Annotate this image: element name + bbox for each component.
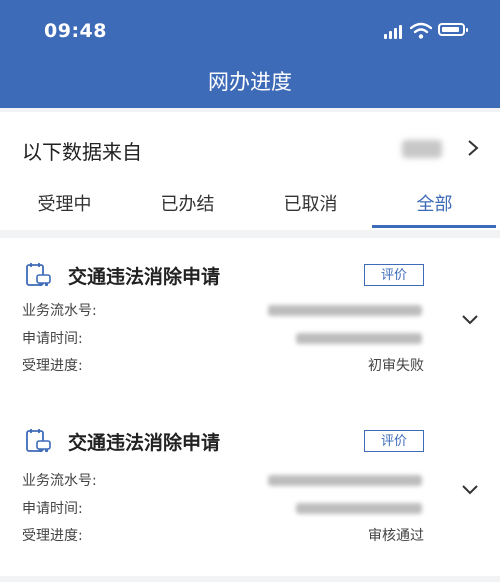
signal-icon	[384, 25, 406, 39]
active-tab-indicator	[372, 225, 496, 228]
serial-number-value-blurred	[268, 305, 422, 316]
data-source-value-blurred	[402, 140, 442, 158]
apply-time-label: 申请时间:	[22, 331, 83, 347]
chevron-right-icon	[468, 140, 479, 156]
rate-button[interactable]: 评价	[364, 264, 424, 286]
vehicle-document-icon	[26, 429, 51, 453]
serial-number-value-blurred	[268, 475, 422, 486]
serial-number-label: 业务流水号:	[22, 473, 97, 489]
application-card[interactable]: 交通违法消除申请 评价 业务流水号: 申请时间: 受理进度: 审核通过	[0, 404, 500, 576]
vehicle-document-icon	[26, 263, 51, 287]
data-source-row[interactable]: 以下数据来自	[0, 112, 500, 184]
tab-in-progress[interactable]: 受理中	[2, 190, 127, 224]
progress-label: 受理进度:	[22, 528, 83, 544]
chevron-down-icon[interactable]	[460, 483, 480, 497]
status-bar: 09:48	[0, 0, 500, 60]
progress-status: 审核通过	[368, 528, 424, 544]
card-title: 交通违法消除申请	[68, 432, 221, 454]
rate-button[interactable]: 评价	[364, 430, 424, 452]
wifi-icon	[410, 22, 432, 39]
apply-time-value-blurred	[296, 503, 422, 514]
apply-time-label: 申请时间:	[22, 501, 83, 517]
tab-cancelled[interactable]: 已取消	[248, 190, 373, 224]
status-time: 09:48	[44, 20, 107, 42]
chevron-down-icon[interactable]	[460, 313, 480, 327]
serial-number-label: 业务流水号:	[22, 303, 97, 319]
progress-status: 初审失败	[368, 358, 424, 374]
card-title: 交通违法消除申请	[68, 266, 221, 288]
filter-tabs: 受理中 已办结 已取消 全部	[0, 184, 500, 230]
apply-time-value-blurred	[296, 333, 422, 344]
tab-all[interactable]: 全部	[372, 190, 497, 224]
app-header: 09:48 网办进度	[0, 0, 500, 108]
page-title: 网办进度	[208, 70, 292, 94]
progress-label: 受理进度:	[22, 358, 83, 374]
application-card[interactable]: 交通违法消除申请 评价 业务流水号: 申请时间: 受理进度: 初审失败	[0, 238, 500, 408]
battery-icon	[438, 23, 468, 36]
data-source-label: 以下数据来自	[22, 140, 142, 164]
tab-completed[interactable]: 已办结	[125, 190, 250, 224]
